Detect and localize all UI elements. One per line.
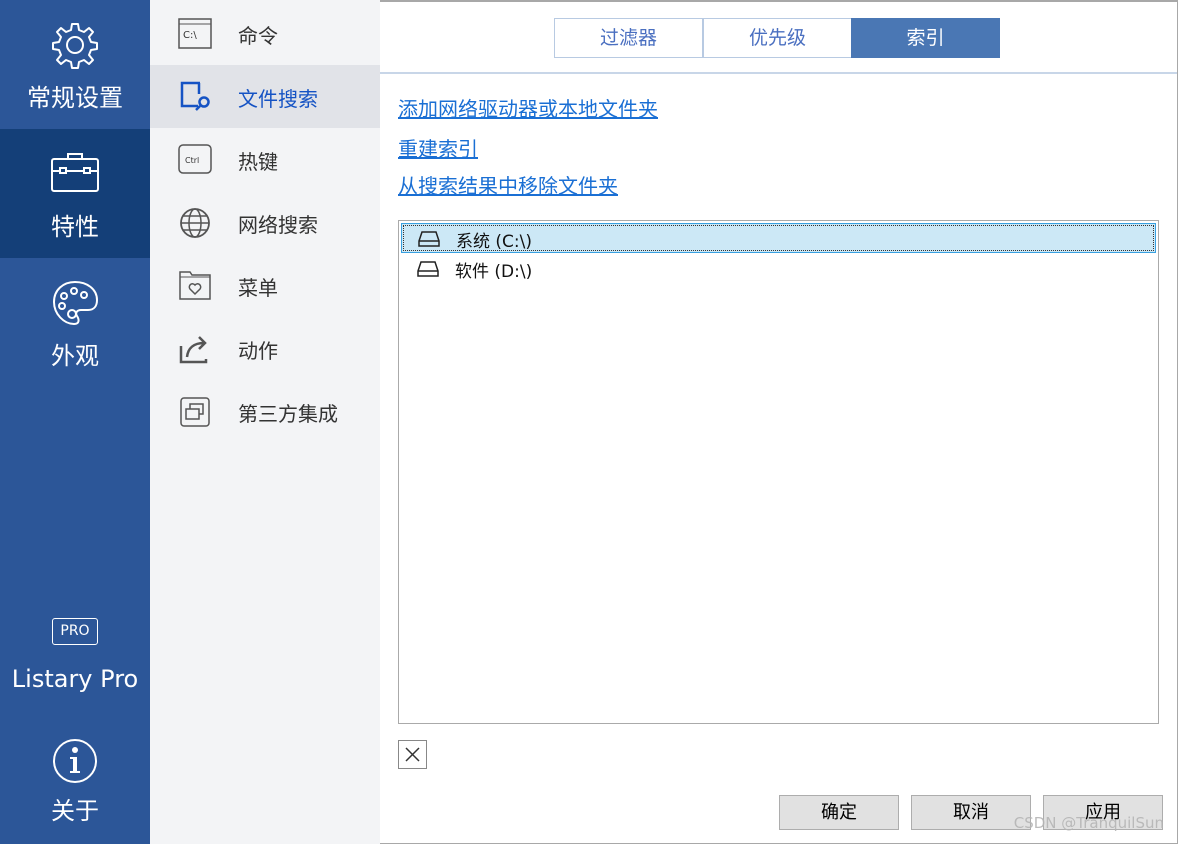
sidebar-item-menu[interactable]: 菜单 — [150, 254, 380, 317]
nav-label: 关于 — [51, 797, 99, 825]
pro-badge-icon: PRO — [52, 618, 98, 645]
file-search-icon — [180, 81, 210, 111]
sidebar-item-actions[interactable]: 动作 — [150, 317, 380, 380]
command-prompt-icon: C:\ — [178, 18, 212, 49]
sidebar-item-command[interactable]: C:\ 命令 — [150, 2, 380, 65]
sidebar-item-file-search[interactable]: 文件搜索 — [150, 65, 380, 128]
list-item[interactable]: 系统 (C:\) — [401, 223, 1156, 253]
ctrl-key-icon: Ctrl — [178, 144, 212, 174]
sidebar-item-label: 网络搜索 — [238, 213, 318, 237]
globe-icon — [180, 208, 210, 238]
divider — [380, 72, 1177, 74]
nav-item-general[interactable]: 常规设置 — [0, 0, 150, 129]
add-folder-link[interactable]: 添加网络驱动器或本地文件夹 — [398, 93, 658, 122]
list-item-label: 软件 (D:\) — [455, 262, 533, 282]
remove-button[interactable] — [398, 740, 427, 769]
toolbox-icon — [51, 153, 99, 192]
sidebar-item-hotkeys[interactable]: Ctrl 热键 — [150, 128, 380, 191]
svg-text:C:\: C:\ — [183, 30, 197, 41]
feature-sidebar: C:\ 命令 文件搜索 Ctrl 热键 网络搜索 菜单 动作 第三方集成 — [150, 0, 380, 844]
folder-heart-icon — [179, 271, 211, 300]
ok-button[interactable]: 确定 — [779, 795, 899, 830]
rebuild-index-link[interactable]: 重建索引 — [398, 133, 478, 162]
gear-icon — [52, 23, 98, 69]
drive-icon — [417, 261, 439, 277]
nav-item-appearance[interactable]: 外观 — [0, 258, 150, 387]
share-arrow-icon — [179, 336, 208, 364]
close-icon — [405, 747, 420, 762]
remove-folder-link[interactable]: 从搜索结果中移除文件夹 — [398, 170, 618, 199]
nav-label: Listary Pro — [11, 665, 139, 693]
list-item-label: 系统 (C:\) — [456, 232, 532, 252]
watermark: CSDN @TranquilSun — [1013, 814, 1164, 832]
content-panel: 过滤器 优先级 索引 添加网络驱动器或本地文件夹 重建索引 从搜索结果中移除文件… — [380, 0, 1178, 844]
drive-icon — [418, 231, 440, 247]
tab-filters[interactable]: 过滤器 — [554, 18, 703, 58]
nav-item-features[interactable]: 特性 — [0, 129, 150, 258]
sidebar-item-label: 命令 — [238, 24, 278, 48]
list-item[interactable]: 软件 (D:\) — [401, 254, 1156, 284]
windows-stack-icon — [180, 397, 210, 427]
sidebar-item-label: 菜单 — [238, 276, 278, 300]
sidebar-item-label: 热键 — [238, 150, 278, 174]
svg-text:Ctrl: Ctrl — [185, 156, 199, 165]
sidebar-item-label: 文件搜索 — [238, 87, 318, 111]
info-icon — [53, 739, 97, 783]
sidebar-item-label: 动作 — [238, 339, 278, 363]
sidebar-item-web-search[interactable]: 网络搜索 — [150, 191, 380, 254]
tab-priority[interactable]: 优先级 — [703, 18, 852, 58]
palette-icon — [52, 280, 99, 326]
tab-index[interactable]: 索引 — [851, 18, 1000, 58]
indexed-folders-list[interactable]: 系统 (C:\) 软件 (D:\) — [398, 220, 1159, 724]
nav-label: 特性 — [51, 213, 99, 241]
sidebar-item-integrations[interactable]: 第三方集成 — [150, 380, 380, 443]
nav-item-about[interactable]: 关于 — [0, 715, 150, 844]
main-nav: 常规设置 特性 外观 PRO Listary Pro 关于 — [0, 0, 150, 844]
nav-label: 常规设置 — [27, 84, 123, 112]
sidebar-item-label: 第三方集成 — [238, 402, 338, 426]
nav-label: 外观 — [51, 342, 99, 370]
